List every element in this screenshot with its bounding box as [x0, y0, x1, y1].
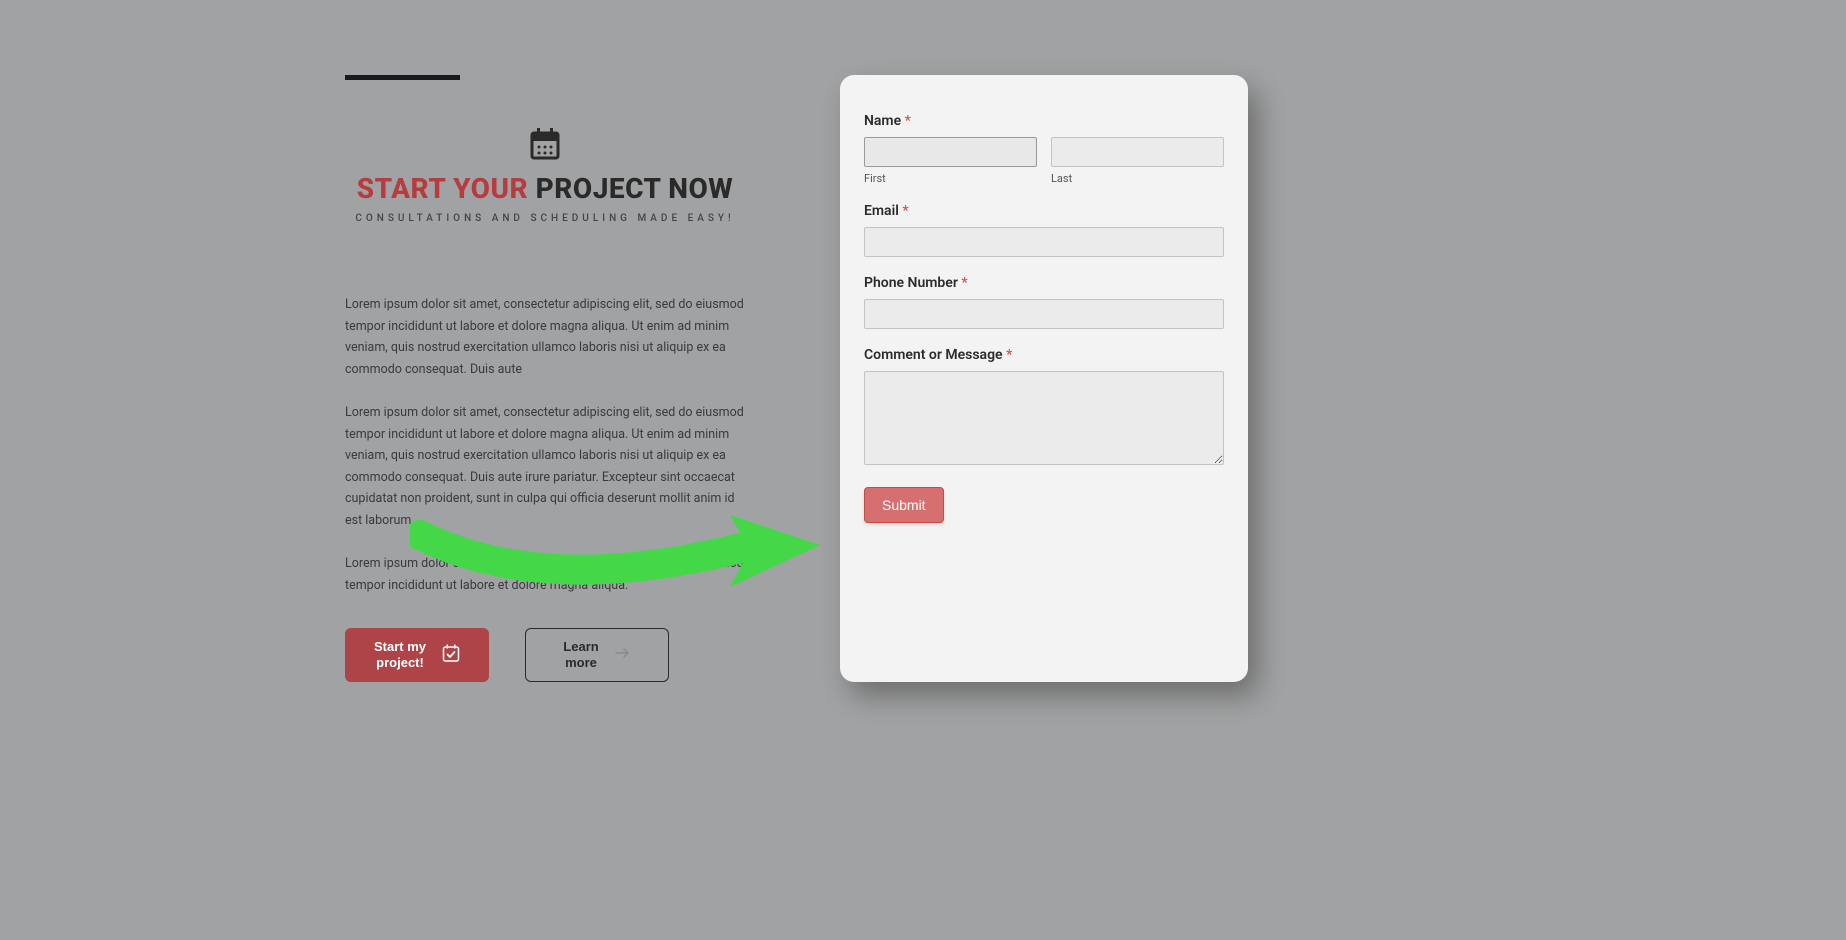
phone-input[interactable] — [864, 299, 1224, 329]
phone-group: Phone Number * — [864, 275, 1224, 329]
message-group: Comment or Message * — [864, 347, 1224, 469]
paragraph-3: Lorem ipsum dolor sit amet, consectetur … — [345, 553, 745, 596]
phone-label: Phone Number * — [864, 275, 1224, 291]
calendar-check-icon — [442, 644, 460, 666]
message-textarea[interactable] — [864, 371, 1224, 465]
heading-red-part: START YOUR — [357, 172, 536, 205]
last-name-input[interactable] — [1051, 137, 1224, 167]
last-sublabel: Last — [1051, 172, 1224, 185]
arrow-icon — [615, 647, 631, 663]
first-name-input[interactable] — [864, 137, 1037, 167]
message-label: Comment or Message * — [864, 347, 1224, 363]
name-label: Name * — [864, 113, 1224, 129]
start-project-button[interactable]: Start my project! — [345, 628, 489, 682]
email-group: Email * — [864, 203, 1224, 257]
paragraph-2: Lorem ipsum dolor sit amet, consectetur … — [345, 402, 745, 531]
heading-dark-part: PROJECT NOW — [536, 172, 734, 205]
button-row: Start my project! Learn more — [345, 628, 745, 682]
first-sublabel: First — [864, 172, 1037, 185]
left-content: START YOUR PROJECT NOW CONSULTATIONS AND… — [345, 75, 745, 682]
email-label: Email * — [864, 203, 1224, 219]
paragraph-1: Lorem ipsum dolor sit amet, consectetur … — [345, 294, 745, 380]
email-input[interactable] — [864, 227, 1224, 257]
learn-more-label: Learn more — [563, 639, 598, 670]
contact-form-card: Name * First Last Email * Phone Num — [840, 75, 1248, 682]
learn-more-button[interactable]: Learn more — [525, 628, 669, 682]
name-group: Name * First Last — [864, 113, 1224, 185]
calendar-icon — [345, 128, 745, 160]
divider-line — [345, 75, 460, 80]
start-project-label: Start my project! — [374, 639, 426, 670]
subheading: CONSULTATIONS AND SCHEDULING MADE EASY! — [345, 213, 745, 224]
page-heading: START YOUR PROJECT NOW — [345, 172, 745, 205]
submit-button[interactable]: Submit — [864, 487, 944, 523]
